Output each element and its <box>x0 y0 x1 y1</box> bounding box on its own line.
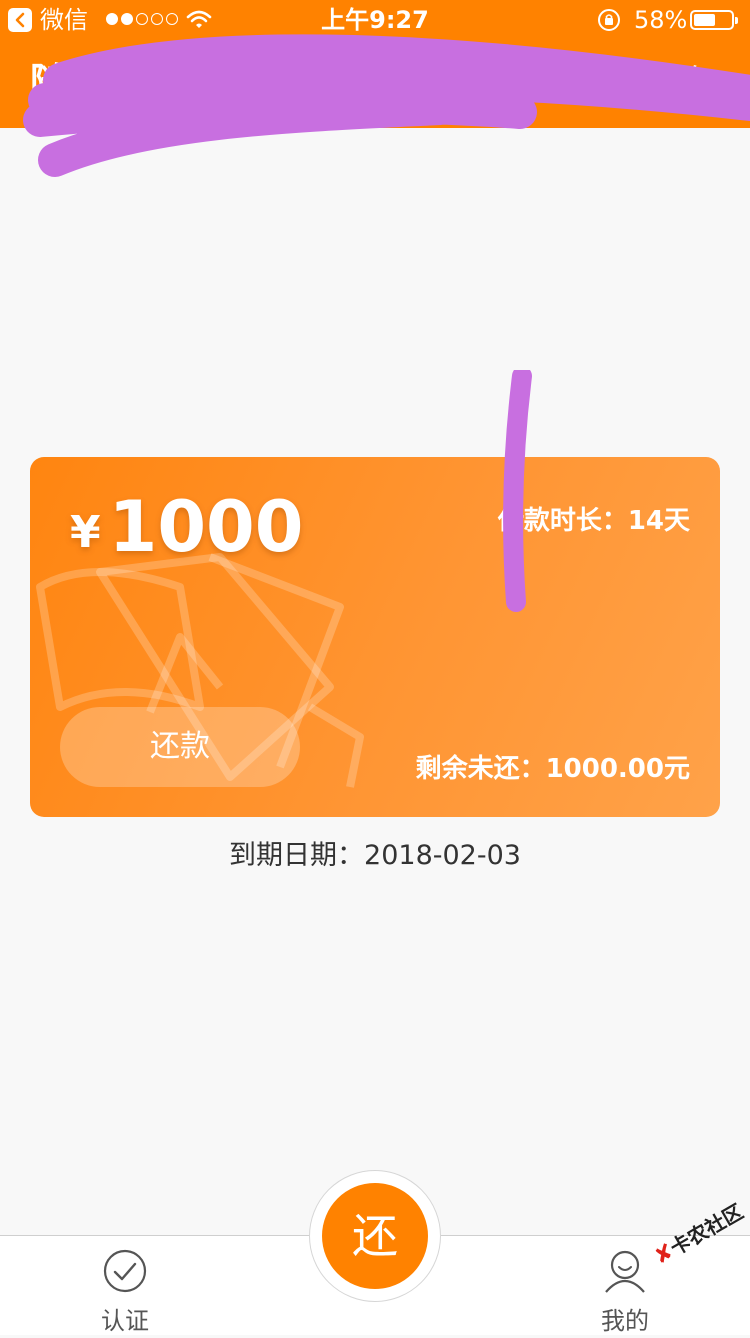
battery-percent: 58% <box>634 6 688 34</box>
center-repay-tab[interactable]: 还 <box>322 1183 428 1289</box>
battery-icon <box>690 10 738 30</box>
status-bar: 微信 上午9:27 58% <box>0 0 750 40</box>
tab-certify-label: 认证 <box>101 1307 149 1335</box>
remaining-balance: 剩余未还：1000.00元 <box>415 754 690 784</box>
due-date: 到期日期：2018-02-03 <box>229 840 521 871</box>
page-title: 随时 <box>30 60 107 104</box>
repay-button[interactable]: 还款 <box>60 707 300 787</box>
rotation-lock-icon <box>598 9 620 31</box>
tab-certify[interactable]: 认证 <box>75 1248 175 1338</box>
currency-symbol: ¥ <box>70 507 101 558</box>
top-bar: 微信 上午9:27 58% 随时 消息 <box>0 0 750 177</box>
amount-value: 1000 <box>108 486 304 568</box>
messages-button[interactable]: 消息 <box>650 62 710 102</box>
tab-mine-label: 我的 <box>601 1307 649 1335</box>
loan-amount: ¥1000 <box>70 477 303 596</box>
check-circle-icon <box>103 1249 147 1293</box>
loan-duration: 借款时长：14天 <box>497 506 690 536</box>
loan-card: ¥1000 借款时长：14天 还款 剩余未还：1000.00元 <box>30 457 720 817</box>
user-icon <box>605 1250 645 1293</box>
